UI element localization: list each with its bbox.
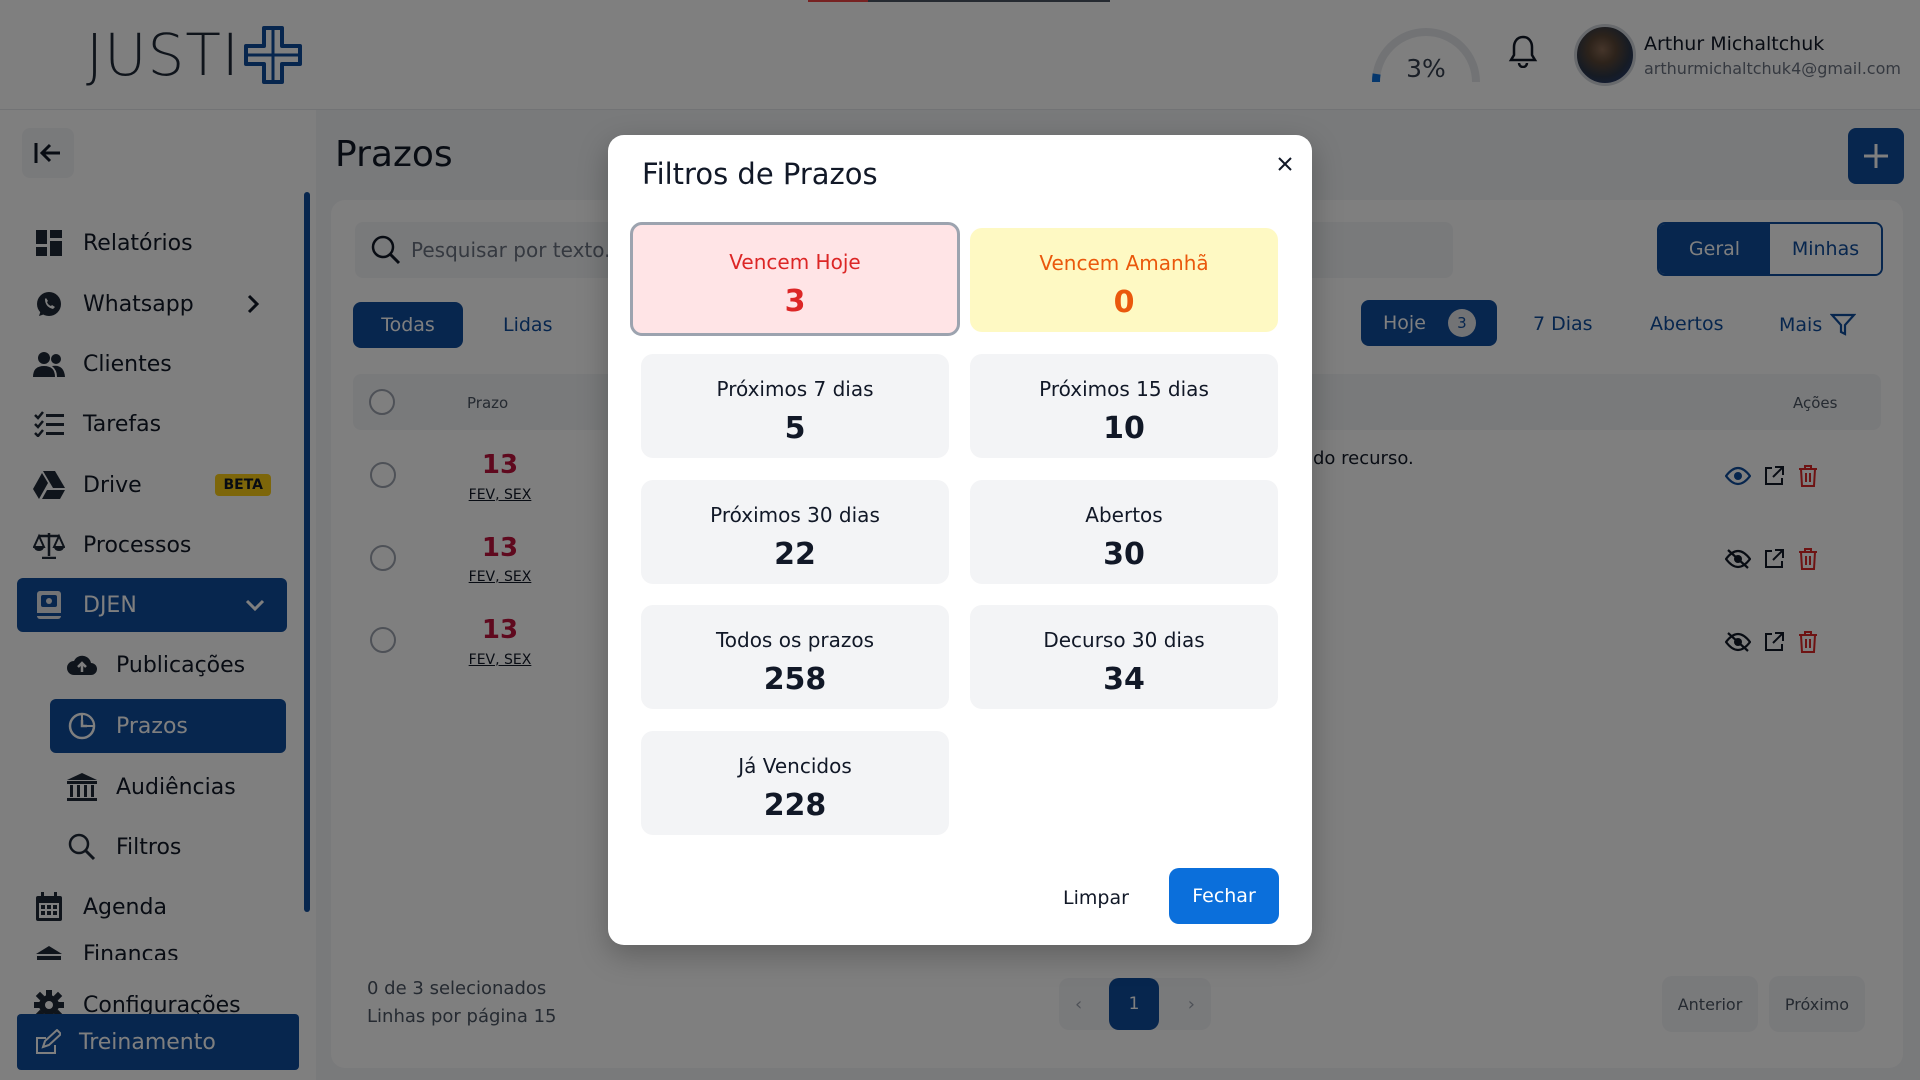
tile-vencem-hoje[interactable]: Vencem Hoje 3: [630, 222, 960, 336]
tile-label: Todos os prazos: [715, 628, 875, 652]
tile-ja-vencidos[interactable]: Já Vencidos 228: [641, 731, 949, 835]
clear-button[interactable]: Limpar: [1056, 871, 1136, 925]
tile-proximos-15-dias[interactable]: Próximos 15 dias 10: [970, 354, 1278, 458]
close-button[interactable]: Fechar: [1169, 868, 1279, 924]
tile-value: 22: [774, 537, 816, 572]
tile-label: Próximos 30 dias: [710, 503, 880, 527]
tile-proximos-30-dias[interactable]: Próximos 30 dias 22: [641, 480, 949, 584]
tile-vencem-amanha[interactable]: Vencem Amanhã 0: [970, 228, 1278, 332]
modal-title: Filtros de Prazos: [642, 157, 878, 191]
tile-label: Abertos: [1085, 503, 1163, 527]
tile-value: 228: [763, 788, 827, 823]
tile-label: Próximos 7 dias: [716, 377, 874, 401]
tile-abertos[interactable]: Abertos 30: [970, 480, 1278, 584]
tile-todos-os-prazos[interactable]: Todos os prazos 258: [641, 605, 949, 709]
close-icon[interactable]: [1272, 151, 1298, 177]
tile-value: 258: [763, 662, 827, 697]
tile-label: Já Vencidos: [738, 754, 852, 778]
tile-value: 3: [784, 284, 806, 319]
tile-value: 34: [1103, 662, 1145, 697]
tile-decurso-30-dias[interactable]: Decurso 30 dias 34: [970, 605, 1278, 709]
tile-value: 10: [1103, 411, 1145, 446]
tile-label: Decurso 30 dias: [1043, 628, 1205, 652]
tile-label: Próximos 15 dias: [1039, 377, 1209, 401]
tile-label: Vencem Hoje: [729, 250, 861, 274]
tile-proximos-7-dias[interactable]: Próximos 7 dias 5: [641, 354, 949, 458]
filtros-prazos-modal: Filtros de Prazos Vencem Hoje 3 Vencem A…: [608, 135, 1312, 945]
tile-value: 5: [784, 411, 806, 446]
tile-value: 30: [1103, 537, 1145, 572]
tile-value: 0: [1113, 285, 1135, 320]
tile-label: Vencem Amanhã: [1039, 251, 1209, 275]
